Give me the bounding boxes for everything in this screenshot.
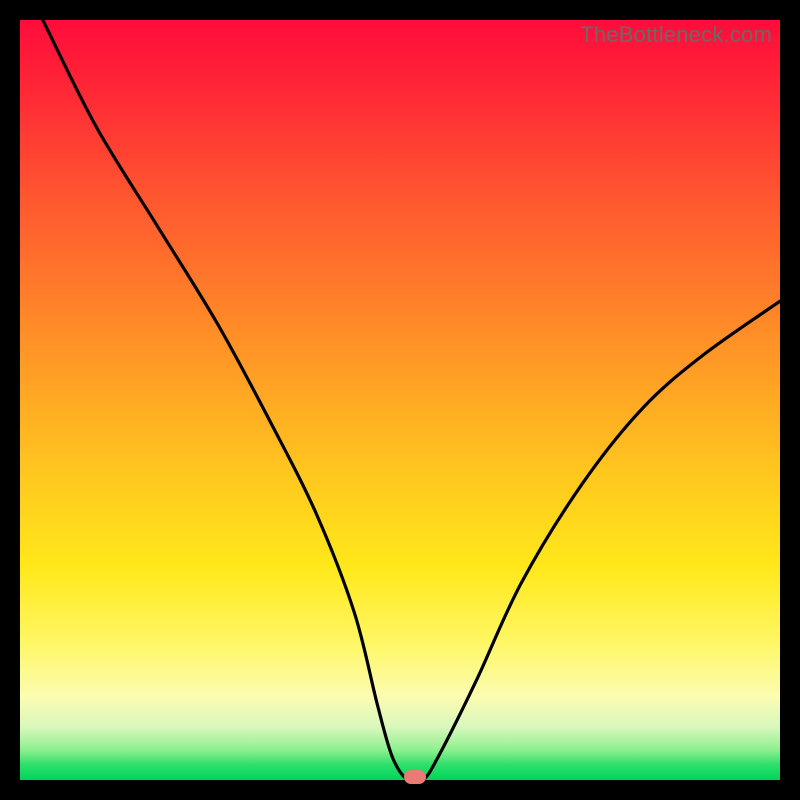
bottleneck-curve <box>20 20 780 780</box>
chart-plot-area: TheBottleneck.com <box>20 20 780 780</box>
chart-frame: TheBottleneck.com <box>0 0 800 800</box>
optimum-marker <box>404 770 426 784</box>
